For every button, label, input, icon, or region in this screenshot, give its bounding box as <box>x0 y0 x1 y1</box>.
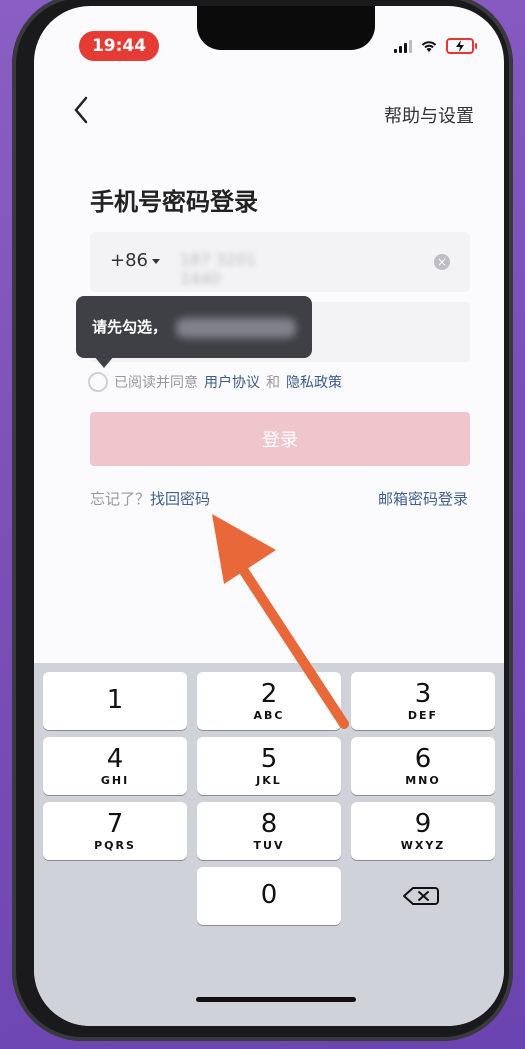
key-number: 5 <box>260 744 278 774</box>
agreement-prefix: 已阅读并同意 <box>114 375 198 391</box>
status-icons <box>394 38 477 54</box>
help-settings-link[interactable]: 帮助与设置 <box>384 102 474 128</box>
key-letters: PQRS <box>94 839 136 852</box>
key-number: 3 <box>414 679 432 709</box>
numeric-keypad: 1 2 ABC 3 DEF 4 GHI 5 JKL 6 MNO 7 PQRS 8… <box>34 663 504 1026</box>
key-letters: JKL <box>256 774 282 787</box>
login-button[interactable]: 登录 <box>90 412 470 466</box>
agreement-row: 已阅读并同意 用户协议 和 隐私政策 <box>88 372 342 392</box>
country-code-select[interactable]: +86 <box>110 250 148 271</box>
agreement-tooltip: 请先勾选， <box>76 296 312 368</box>
phone-frame: 19:44 帮助与设置 手机号密码登录 +86 187 3201 1440 × <box>12 0 513 1041</box>
key-letters: DEF <box>407 709 439 722</box>
key-number: 1 <box>106 685 124 715</box>
key-letters: GHI <box>100 774 130 787</box>
email-password-login-link[interactable]: 邮箱密码登录 <box>378 488 468 509</box>
phone-number-field[interactable]: 187 3201 1440 <box>180 250 290 288</box>
key-7[interactable]: 7 PQRS <box>43 802 187 860</box>
cellular-signal-icon <box>394 39 412 53</box>
forgot-password-row: 忘记了？找回密码 <box>90 488 210 509</box>
key-1[interactable]: 1 <box>43 672 187 730</box>
key-number: 9 <box>414 809 432 839</box>
key-letters: TUV <box>253 839 285 852</box>
agreement-and: 和 <box>266 375 280 391</box>
tooltip-text: 请先勾选， <box>92 318 168 336</box>
recover-password-link[interactable]: 找回密码 <box>150 490 210 508</box>
privacy-policy-link[interactable]: 隐私政策 <box>286 372 342 392</box>
key-2[interactable]: 2 ABC <box>197 672 341 730</box>
key-0[interactable]: 0 <box>197 867 341 925</box>
forgot-prefix: 忘记了？ <box>90 490 151 508</box>
key-5[interactable]: 5 JKL <box>197 737 341 795</box>
key-number: 4 <box>106 744 124 774</box>
backspace-icon <box>403 887 439 905</box>
key-letters: WXYZ <box>400 839 446 852</box>
key-number: 0 <box>260 880 278 910</box>
tooltip-blurred-text <box>176 318 296 338</box>
screen: 19:44 帮助与设置 手机号密码登录 +86 187 3201 1440 × <box>34 6 504 1026</box>
key-4[interactable]: 4 GHI <box>43 737 187 795</box>
phone-input-row[interactable]: +86 187 3201 1440 × <box>90 232 470 292</box>
battery-charging-icon <box>446 38 477 54</box>
notch <box>197 6 375 50</box>
user-agreement-link[interactable]: 用户协议 <box>204 372 260 392</box>
key-8[interactable]: 8 TUV <box>197 802 341 860</box>
page-title: 手机号密码登录 <box>90 188 258 216</box>
key-number: 7 <box>106 809 124 839</box>
key-letters: ABC <box>253 709 285 722</box>
key-number: 2 <box>260 679 278 709</box>
status-time: 19:44 <box>79 31 159 61</box>
key-number: 6 <box>414 744 432 774</box>
key-3[interactable]: 3 DEF <box>351 672 495 730</box>
key-number: 8 <box>260 809 278 839</box>
wifi-icon <box>421 41 437 52</box>
agreement-checkbox[interactable] <box>88 372 108 392</box>
key-9[interactable]: 9 WXYZ <box>351 802 495 860</box>
home-indicator[interactable] <box>196 997 356 1002</box>
clear-input-icon[interactable]: × <box>434 254 450 270</box>
key-letters: MNO <box>405 774 441 787</box>
key-6[interactable]: 6 MNO <box>351 737 495 795</box>
chevron-down-icon <box>152 259 160 264</box>
back-arrow-icon[interactable] <box>70 94 94 126</box>
backspace-key[interactable] <box>351 867 495 925</box>
